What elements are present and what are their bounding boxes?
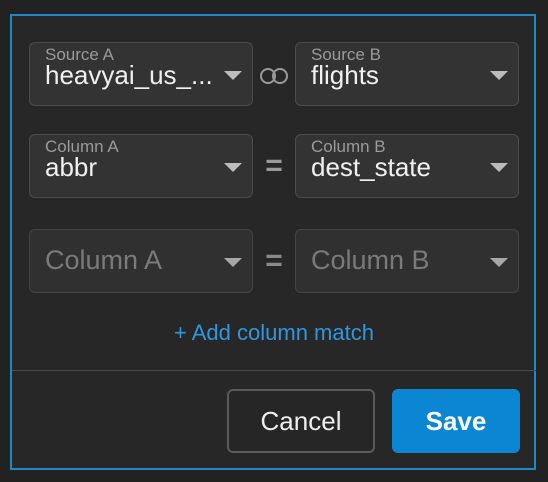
save-button[interactable]: Save xyxy=(392,389,520,453)
source-b-select[interactable]: Source B flights xyxy=(295,42,519,106)
footer-divider xyxy=(12,370,536,371)
chevron-down-icon xyxy=(224,163,242,172)
column-b-value: dest_state xyxy=(311,152,431,182)
column-b-select[interactable]: Column B dest_state xyxy=(295,134,519,198)
equals-operator: = xyxy=(265,149,283,182)
source-a-select[interactable]: Source A heavyai_us_... xyxy=(29,42,253,106)
join-rings-icon xyxy=(260,68,288,84)
column-a-value: abbr xyxy=(45,152,98,182)
source-b-value: flights xyxy=(311,60,379,90)
cancel-button[interactable]: Cancel xyxy=(227,389,375,453)
chevron-down-icon xyxy=(224,258,242,267)
chevron-down-icon xyxy=(490,258,508,267)
column-a-empty-select[interactable]: Column A xyxy=(29,229,253,293)
add-column-match-link[interactable]: + Add column match xyxy=(0,320,548,346)
chevron-down-icon xyxy=(490,163,508,172)
chevron-down-icon xyxy=(490,71,508,80)
equals-operator: = xyxy=(265,244,283,277)
chevron-down-icon xyxy=(224,71,242,80)
column-b-placeholder: Column B xyxy=(311,245,430,275)
column-a-select[interactable]: Column A abbr xyxy=(29,134,253,198)
column-a-placeholder: Column A xyxy=(45,245,163,275)
source-a-value: heavyai_us_... xyxy=(45,60,212,90)
column-b-empty-select[interactable]: Column B xyxy=(295,229,519,293)
